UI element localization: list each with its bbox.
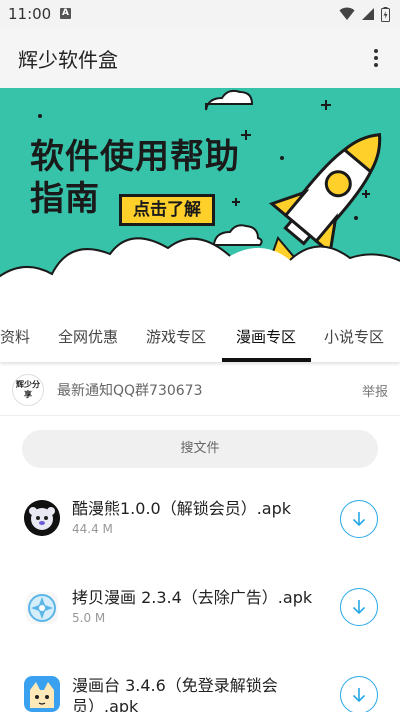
file-name: 漫画台 3.4.6（免登录解锁会员）.apk [72,676,278,712]
download-button[interactable] [340,676,378,712]
tab-games[interactable]: 游戏专区 [146,312,206,362]
report-link[interactable]: 举报 [362,381,388,400]
manhuatai-app-icon [24,676,60,712]
notice-bar: 辉少分享 最新通知QQ群730673 举报 [0,364,400,416]
signal-icon [362,8,374,20]
banner-title-line1: 软件使用帮助 [30,137,240,177]
file-list-item[interactable]: 酷漫熊1.0.0（解锁会员）.apk 44.4 M [0,478,400,568]
category-tabs: 资料 全网优惠 游戏专区 漫画专区 小说专区 [0,312,400,362]
avatar: 辉少分享 [12,374,44,406]
file-list-item[interactable]: 拷贝漫画 2.3.4（去除广告）.apk 5.0 M [0,566,400,656]
tab-deals[interactable]: 全网优惠 [58,312,118,362]
file-size: 5.0 M [72,611,106,625]
download-arrow-icon [352,512,366,527]
file-list-item[interactable]: 漫画台 3.4.6（免登录解锁会员）.apk [0,654,400,712]
learn-more-button[interactable]: 点击了解 [119,194,215,226]
notification-badge-icon: A [60,8,71,19]
status-time: 11:00 [8,5,52,23]
tab-materials[interactable]: 资料 [0,312,30,362]
download-button[interactable] [340,588,378,626]
app-title: 辉少软件盒 [18,48,118,72]
download-button[interactable] [340,500,378,538]
wifi-icon [339,7,355,20]
search-input[interactable]: 搜文件 [22,430,378,468]
notice-text: 最新通知QQ群730673 [57,383,203,399]
file-size: 44.4 M [72,522,113,536]
download-arrow-icon [352,600,366,615]
battery-icon [381,6,390,22]
status-icons [339,6,390,22]
help-guide-banner[interactable]: 软件使用帮助 指南 点击了解 [0,88,400,312]
tab-comics[interactable]: 漫画专区 [236,312,296,362]
more-vertical-icon[interactable] [364,46,388,70]
app-bar: 辉少软件盒 [0,28,400,88]
active-tab-indicator [222,358,311,362]
file-name: 酷漫熊1.0.0（解锁会员）.apk [72,499,292,518]
status-bar: 11:00 A [0,0,400,28]
bear-app-icon [24,500,60,536]
file-name: 拷贝漫画 2.3.4（去除广告）.apk [72,588,313,607]
copy-manga-app-icon [24,590,60,626]
download-arrow-icon [352,688,366,703]
tab-novels[interactable]: 小说专区 [324,312,384,362]
